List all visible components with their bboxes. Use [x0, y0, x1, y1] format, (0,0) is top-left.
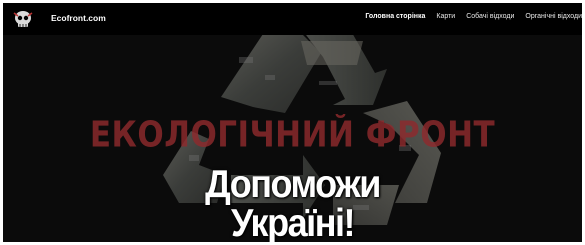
- main-nav: Головна сторінка Карти Собачі відходи Ор…: [365, 13, 582, 20]
- nav-link-home[interactable]: Головна сторінка: [365, 13, 425, 20]
- top-navbar: Ecofront.com Головна сторінка Карти Соба…: [3, 3, 582, 35]
- nav-link-organic-waste[interactable]: Органічні відходи: [525, 13, 582, 20]
- nav-link-dog-waste[interactable]: Собачі відходи: [466, 13, 514, 20]
- site-brand-link[interactable]: Ecofront.com: [51, 13, 106, 23]
- skull-logo-icon[interactable]: [12, 9, 34, 29]
- hero-section: ЕКОЛОГІЧНИЙ ФРОНТ Допоможи Україні!: [3, 35, 582, 242]
- hero-cta-line2: Україні!: [231, 200, 355, 242]
- hero-headline: ЕКОЛОГІЧНИЙ ФРОНТ: [89, 114, 496, 156]
- page: Ecofront.com Головна сторінка Карти Соба…: [3, 3, 582, 242]
- browser-viewport: Ecofront.com Головна сторінка Карти Соба…: [0, 0, 585, 245]
- nav-link-maps[interactable]: Карти: [436, 13, 455, 20]
